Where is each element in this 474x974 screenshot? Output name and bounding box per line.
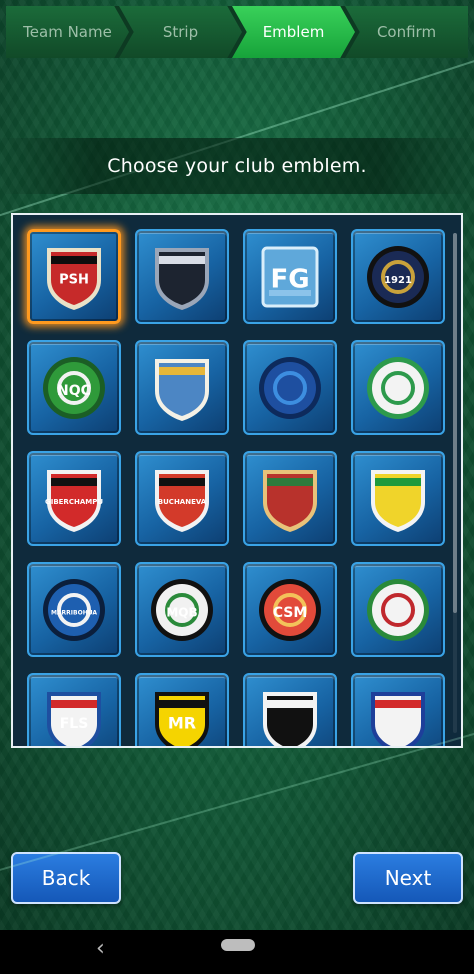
emblem-option-mr[interactable]: MR xyxy=(135,673,229,746)
system-back-icon[interactable]: ‹ xyxy=(96,936,105,961)
mqb-round-crest-icon: MQB xyxy=(151,578,213,641)
emblem-option-csm[interactable]: CSM xyxy=(243,562,337,657)
red-blue-shield-crest-icon xyxy=(371,691,425,746)
emblem-option-round-ball[interactable] xyxy=(243,340,337,435)
emblem-option-nqc[interactable]: NQC xyxy=(27,340,121,435)
red-black-stripes-crest-icon: GIBERCHAMPU xyxy=(45,469,103,532)
system-navigation-bar: ‹ xyxy=(0,930,474,974)
emblem-text-psh: PSH xyxy=(59,272,89,287)
emblem-option-fls[interactable]: FLS xyxy=(27,673,121,746)
emblem-option-red-blue[interactable] xyxy=(351,673,445,746)
blue-round-ball-crest-icon xyxy=(259,356,321,419)
emblem-text-mr: MR xyxy=(168,713,196,732)
emblem-text-csm: CSM xyxy=(273,605,308,621)
green-yellow-shield-crest-icon xyxy=(371,469,425,532)
emblem-option-gharnetova[interactable] xyxy=(135,340,229,435)
emblem-option-fg[interactable]: FG xyxy=(243,229,337,324)
instruction-text: Choose your club emblem. xyxy=(107,155,367,177)
step-confirm[interactable]: Confirm xyxy=(345,6,468,58)
emblem-option-mqb[interactable]: MQB xyxy=(135,562,229,657)
emblem-option-checkered[interactable] xyxy=(243,673,337,746)
keys-shield-crest-icon xyxy=(155,358,209,421)
cosmopolitia-crest-icon: CSM xyxy=(259,578,321,641)
emblem-text-buchaneva: BUCHANEVA xyxy=(158,498,207,506)
emblem-text-mqb: MQB xyxy=(166,605,197,619)
emblem-option-herismakhgia[interactable]: 1921 xyxy=(351,229,445,324)
emblem-option-giberchampu[interactable]: GIBERCHAMPU xyxy=(27,451,121,546)
emblem-text-giberchampu: GIBERCHAMPU xyxy=(45,498,103,506)
emblem-option-celtic[interactable] xyxy=(351,340,445,435)
checkered-shield-crest-icon xyxy=(263,691,317,746)
castle-shield-crest-icon: BUCHANEVA xyxy=(155,469,209,532)
step-strip[interactable]: Strip xyxy=(119,6,242,58)
blue-round-crest-icon: MARRIBOHUA xyxy=(43,578,105,641)
psh-shield-crest-icon: PSH xyxy=(47,247,101,310)
next-button[interactable]: Next xyxy=(353,852,463,904)
snake-scarab-crest-icon: 1921 xyxy=(367,245,429,308)
nqc-star-crest-icon: NQC xyxy=(43,356,105,419)
yellow-black-mr-crest-icon: MR xyxy=(155,691,209,746)
emblem-text-fls: FLS xyxy=(60,716,89,732)
fg-monogram-crest-icon: FG xyxy=(261,246,319,307)
emblem-option-psh[interactable]: PSH xyxy=(27,229,121,324)
team-creation-screen: Team Name Strip Emblem Confirm Choose yo… xyxy=(0,0,474,930)
emblem-text-nqc: NQC xyxy=(57,383,91,399)
emblem-option-laurel[interactable] xyxy=(351,562,445,657)
emblem-option-monogram[interactable] xyxy=(243,451,337,546)
emblem-option-lion[interactable] xyxy=(135,229,229,324)
emblem-grid: PSH FG 1921 NQC GIBERCHAMPU BUCHANEVA MARRIBOH… xyxy=(27,229,445,746)
emblem-scroll-thumb[interactable] xyxy=(453,233,457,613)
step-team-name[interactable]: Team Name xyxy=(6,6,129,58)
emblem-text-herismakhgia: 1921 xyxy=(384,275,412,286)
green-white-round-crest-icon xyxy=(367,356,429,419)
instruction-banner: Choose your club emblem. xyxy=(0,138,474,194)
laurel-round-crest-icon xyxy=(367,578,429,641)
red-green-monogram-crest-icon xyxy=(263,469,317,532)
system-home-pill-icon[interactable] xyxy=(221,939,255,951)
emblem-option-marribohua[interactable]: MARRIBOHUA xyxy=(27,562,121,657)
step-emblem[interactable]: Emblem xyxy=(232,6,355,58)
fls-shield-crest-icon: FLS xyxy=(47,691,101,746)
back-button[interactable]: Back xyxy=(11,852,121,904)
emblem-scrollbar[interactable] xyxy=(453,233,457,733)
emblem-option-green-yellow[interactable] xyxy=(351,451,445,546)
lion-head-crest-icon xyxy=(155,247,209,310)
emblem-option-buchaneva[interactable]: BUCHANEVA xyxy=(135,451,229,546)
emblem-text-marribohua: MARRIBOHUA xyxy=(51,609,97,616)
emblem-picker-panel[interactable]: PSH FG 1921 NQC GIBERCHAMPU BUCHANEVA MARRIBOH… xyxy=(11,213,463,748)
emblem-text-fg: FG xyxy=(270,264,309,294)
step-progress-bar: Team Name Strip Emblem Confirm xyxy=(6,6,468,58)
